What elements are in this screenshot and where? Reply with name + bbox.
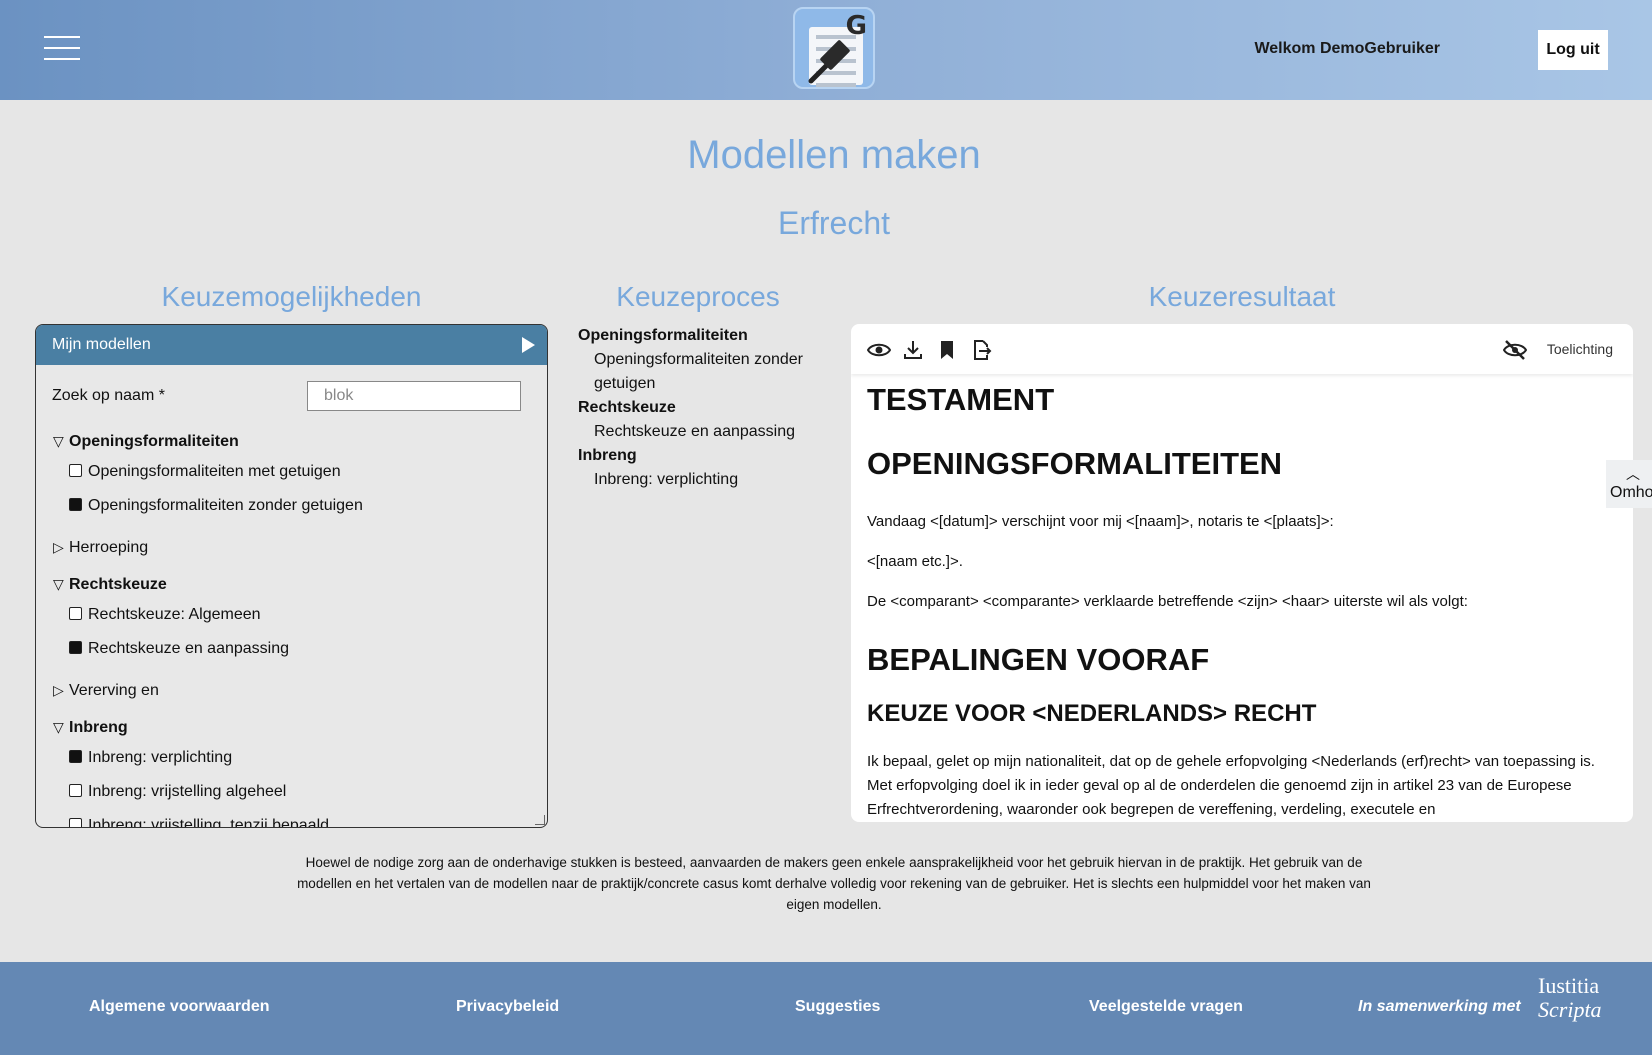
footer-link-faq[interactable]: Veelgestelde vragen xyxy=(1089,998,1243,1016)
download-icon[interactable] xyxy=(901,338,925,362)
document-toolbar: Toelichting xyxy=(851,324,1633,374)
menu-icon[interactable] xyxy=(44,36,80,62)
footer-link-privacy[interactable]: Privacybeleid xyxy=(456,998,559,1016)
tree-group-openingsformaliteiten[interactable]: ▽ Openingsformaliteiten xyxy=(53,433,239,451)
play-icon[interactable] xyxy=(522,337,535,353)
checkbox-checked[interactable] xyxy=(69,750,82,763)
logout-button[interactable]: Log uit xyxy=(1538,30,1608,70)
doc-paragraph: De <comparant> <comparante> verklaarde b… xyxy=(867,593,1468,610)
tree-item[interactable]: Inbreng: vrijstelling algeheel xyxy=(69,783,286,801)
checkbox[interactable] xyxy=(69,607,82,620)
resize-handle[interactable] xyxy=(535,815,545,825)
tree-item[interactable]: Inbreng: vrijstelling, tenzij bepaald xyxy=(69,817,329,827)
doc-paragraph: <[naam etc.]>. xyxy=(867,553,963,570)
brand-line-2: Scripta xyxy=(1538,997,1602,1022)
tree-item[interactable]: Inbreng: verplichting xyxy=(69,749,232,767)
search-label: Zoek op naam * xyxy=(52,387,165,404)
bookmark-icon[interactable] xyxy=(935,338,959,362)
footer-link-terms[interactable]: Algemene voorwaarden xyxy=(89,998,270,1016)
page-title: Modellen maken xyxy=(687,133,981,177)
doc-heading-keuze: KEUZE VOOR <NEDERLANDS> RECHT xyxy=(867,700,1317,727)
header: G Welkom DemoGebruiker Log uit xyxy=(0,0,1652,100)
welcome-text: Welkom DemoGebruiker xyxy=(1254,40,1440,57)
toelichting-label[interactable]: Toelichting xyxy=(1547,341,1613,357)
tree-group-vererving[interactable]: ▷ Vererving en xyxy=(53,682,159,700)
partner-logo[interactable]: Iustitia Scripta xyxy=(1538,974,1602,1022)
triangle-down-icon: ▽ xyxy=(53,433,64,449)
doc-heading-testament: TESTAMENT xyxy=(867,382,1055,417)
checkbox-checked[interactable] xyxy=(69,641,82,654)
result-document: Toelichting TESTAMENT OPENINGSFORMALITEI… xyxy=(851,324,1633,822)
footer-link-suggestions[interactable]: Suggesties xyxy=(795,998,880,1016)
options-panel: Mijn modellen Zoek op naam * ▽Openingsfo… xyxy=(35,324,548,828)
tree-item[interactable]: Rechtskeuze: Algemeen xyxy=(69,606,261,624)
triangle-right-icon: ▷ xyxy=(53,539,64,555)
my-models-header[interactable]: Mijn modellen xyxy=(36,325,547,365)
footer: Algemene voorwaarden Privacybeleid Sugge… xyxy=(0,962,1652,1055)
footer-collab-text: In samenwerking met xyxy=(1358,998,1521,1015)
process-item: Openingsformaliteiten zonder getuigen xyxy=(594,351,804,392)
column-title-process: Keuzeproces xyxy=(616,281,780,312)
doc-heading-opening: OPENINGSFORMALITEITEN xyxy=(867,446,1283,481)
eye-icon[interactable] xyxy=(867,338,891,362)
doc-heading-bepalingen: BEPALINGEN VOORAF xyxy=(867,642,1210,677)
search-row: Zoek op naam * xyxy=(36,365,547,421)
brand-line-1: Iustitia xyxy=(1538,973,1600,998)
process-item: Rechtskeuze en aanpassing xyxy=(594,423,796,440)
scroll-top-button[interactable]: ︿ Omhoog xyxy=(1606,460,1652,508)
tree-group-inbreng[interactable]: ▽ Inbreng xyxy=(53,719,128,737)
column-title-options: Keuzemogelijkheden xyxy=(161,281,422,312)
process-item: Inbreng: verplichting xyxy=(594,471,739,488)
checkbox[interactable] xyxy=(69,818,82,827)
process-heading: Rechtskeuze xyxy=(578,399,676,416)
doc-paragraph: Ik bepaal, gelet op mijn nationaliteit, … xyxy=(867,753,1595,818)
column-title-result: Keuzeresultaat xyxy=(1148,281,1336,312)
disclaimer: Hoewel de nodige zorg aan de onderhavige… xyxy=(297,855,1371,912)
triangle-down-icon: ▽ xyxy=(53,719,64,735)
eye-off-icon[interactable] xyxy=(1503,338,1527,362)
triangle-right-icon: ▷ xyxy=(53,682,64,698)
document-body: TESTAMENT OPENINGSFORMALITEITEN Vandaag … xyxy=(851,374,1633,822)
app-logo[interactable]: G xyxy=(793,7,875,89)
tree-item[interactable]: Openingsformaliteiten zonder getuigen xyxy=(69,497,363,515)
tree-group-herroeping[interactable]: ▷ Herroeping xyxy=(53,539,148,557)
page-subtitle: Erfrecht xyxy=(777,205,891,241)
process-heading: Inbreng xyxy=(578,447,637,464)
checkbox[interactable] xyxy=(69,464,82,477)
process-heading: Openingsformaliteiten xyxy=(578,327,748,344)
checkbox[interactable] xyxy=(69,784,82,797)
doc-paragraph: Vandaag <[datum]> verschijnt voor mij <[… xyxy=(867,513,1334,530)
chevron-up-icon: ︿ xyxy=(1626,466,1640,482)
scroll-top-label: Omhoog xyxy=(1610,484,1652,501)
choice-process: Openingsformaliteiten Openingsformalitei… xyxy=(578,324,838,492)
search-input[interactable] xyxy=(307,381,521,411)
checkbox-checked[interactable] xyxy=(69,498,82,511)
panel-title: Mijn modellen xyxy=(52,336,151,353)
tree-group-rechtskeuze[interactable]: ▽ Rechtskeuze xyxy=(53,576,167,594)
export-icon[interactable] xyxy=(969,338,993,362)
tree-item[interactable]: Openingsformaliteiten met getuigen xyxy=(69,463,341,481)
tree-item[interactable]: Rechtskeuze en aanpassing xyxy=(69,640,289,658)
logo-letter: G xyxy=(845,11,867,41)
triangle-down-icon: ▽ xyxy=(53,576,64,592)
